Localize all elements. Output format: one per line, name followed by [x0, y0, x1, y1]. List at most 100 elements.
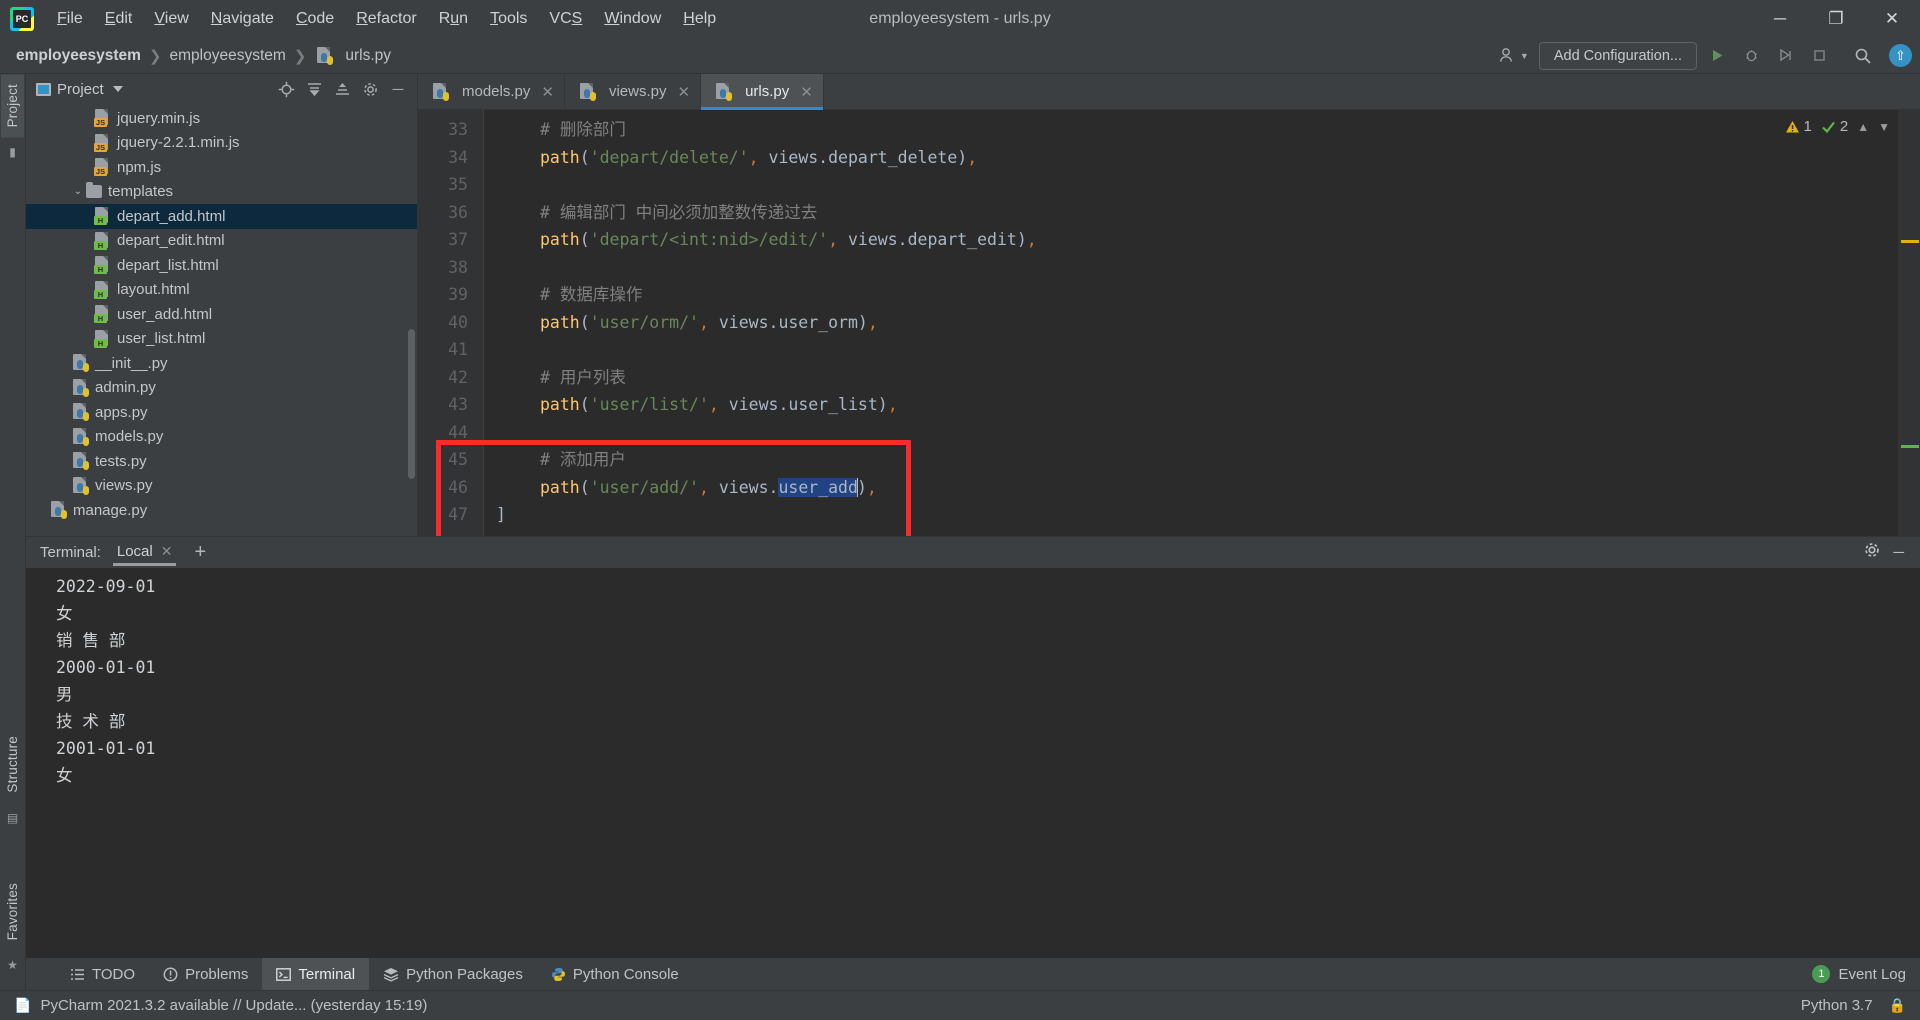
new-terminal-icon[interactable]: + [188, 541, 212, 564]
coverage-icon[interactable] [1771, 43, 1799, 69]
code-line[interactable]: # 添加用户 [484, 446, 1920, 474]
editor-tab-models-py[interactable]: models.py ✕ [418, 74, 565, 109]
tree-item-jquery-2-2-1-min-js[interactable]: JS jquery-2.2.1.min.js [26, 131, 417, 156]
code-line[interactable] [484, 336, 1920, 364]
terminal-tab-local[interactable]: Local ✕ [111, 539, 179, 566]
code-line[interactable]: # 编辑部门 中间必须加整数传递过去 [484, 199, 1920, 227]
menu-item-window[interactable]: Window [593, 6, 672, 32]
update-icon[interactable]: ⇧ [1889, 44, 1912, 67]
breadcrumb-item-2[interactable]: urls.py [314, 46, 391, 65]
editor-tab-views-py[interactable]: views.py ✕ [565, 74, 702, 109]
bottom-tab-problems[interactable]: Problems [149, 958, 262, 990]
collapse-all-icon[interactable] [301, 77, 327, 101]
prev-problem-icon[interactable]: ▲ [1857, 120, 1869, 134]
lock-icon[interactable]: 🔒 [1889, 997, 1906, 1014]
interpreter-label[interactable]: Python 3.7 [1801, 997, 1873, 1014]
structure-icon[interactable]: ▤ [7, 811, 18, 825]
stop-icon[interactable] [1805, 43, 1833, 69]
inspection-summary[interactable]: 1 2 ▲ ▼ [1785, 118, 1890, 135]
next-problem-icon[interactable]: ▼ [1878, 120, 1890, 134]
bottom-tab-python-packages[interactable]: Python Packages [369, 958, 537, 990]
close-icon[interactable]: ✕ [800, 83, 813, 101]
tree-item--init-py[interactable]: __init__.py [26, 351, 417, 376]
tree-item-views-py[interactable]: views.py [26, 474, 417, 499]
tree-item-user-add-html[interactable]: Huser_add.html [26, 302, 417, 327]
sidebar-tab-favorites[interactable]: Favorites [1, 873, 24, 950]
tree-item-npm-js[interactable]: JS npm.js [26, 155, 417, 180]
menu-item-run[interactable]: Run [428, 6, 479, 32]
run-icon[interactable] [1703, 43, 1731, 69]
close-icon[interactable]: ✕ [161, 543, 173, 560]
menu-item-tools[interactable]: Tools [479, 6, 538, 32]
code-line[interactable]: # 用户列表 [484, 364, 1920, 392]
close-icon[interactable]: ✕ [541, 83, 554, 101]
tree-item-jquery-min-js[interactable]: JS jquery.min.js [26, 106, 417, 131]
terminal-output[interactable]: 2022-09-01 女销 售 部 2000-01-01 男技 术 部 2001-01-… [26, 568, 1920, 958]
folder-icon[interactable]: ▮ [9, 145, 16, 159]
tree-item-depart-list-html[interactable]: Hdepart_list.html [26, 253, 417, 278]
gear-icon[interactable] [1863, 541, 1881, 564]
menu-item-file[interactable]: File [46, 6, 94, 32]
breadcrumb-item-0[interactable]: employeesystem [16, 47, 141, 65]
hide-panel-icon[interactable]: ─ [385, 77, 411, 101]
code-editor[interactable]: 33 34 35 36 37 38 39 40 41 42 43 44 45 46 47 # 删除部门 pat… [418, 110, 1920, 536]
ok-marker[interactable] [1901, 445, 1919, 448]
code-line[interactable]: path('depart/<int:nid>/edit/', views.dep… [484, 226, 1920, 254]
code-line[interactable] [484, 171, 1920, 199]
bottom-tab-python-console[interactable]: Python Console [537, 958, 693, 990]
code-line[interactable]: # 删除部门 [484, 116, 1920, 144]
locate-icon[interactable] [273, 77, 299, 101]
search-icon[interactable] [1849, 43, 1877, 69]
inspection-marker-bar[interactable] [1898, 110, 1920, 536]
expand-all-icon[interactable] [329, 77, 355, 101]
bottom-tab-todo[interactable]: TODO [56, 958, 149, 990]
tree-item-manage-py[interactable]: manage.py [26, 498, 417, 523]
sidebar-tab-project[interactable]: Project [1, 74, 24, 138]
chevron-down-icon[interactable]: ⌄ [70, 186, 86, 197]
tree-item-models-py[interactable]: models.py [26, 425, 417, 450]
warning-marker[interactable] [1901, 240, 1919, 243]
menu-item-code[interactable]: Code [285, 6, 345, 32]
code-content[interactable]: # 删除部门 path('depart/delete/', views.depar… [484, 110, 1920, 536]
code-line[interactable]: # 数据库操作 [484, 281, 1920, 309]
code-line[interactable]: ] [484, 501, 1920, 529]
menu-item-edit[interactable]: Edit [94, 6, 144, 32]
project-tree[interactable]: JS jquery.min.js JS jquery-2.2.1.min.js JS np… [26, 104, 417, 536]
tree-item-apps-py[interactable]: apps.py [26, 400, 417, 425]
tree-item-depart-add-html[interactable]: Hdepart_add.html [26, 204, 417, 229]
tree-item-templates[interactable]: ⌄ templates [26, 180, 417, 205]
tree-item-admin-py[interactable]: admin.py [26, 376, 417, 401]
close-icon[interactable]: ✕ [677, 83, 690, 101]
code-line[interactable]: path('user/add/', views.user_add), [484, 474, 1920, 502]
tree-item-tests-py[interactable]: tests.py [26, 449, 417, 474]
project-tree-scrollbar[interactable] [408, 329, 415, 479]
menu-item-view[interactable]: View [143, 6, 199, 32]
gear-icon[interactable] [357, 77, 383, 101]
breadcrumb-item-1[interactable]: employeesystem [170, 47, 286, 65]
code-line[interactable] [484, 419, 1920, 447]
minimize-button[interactable]: ─ [1752, 0, 1808, 38]
menu-item-vcs[interactable]: VCS [538, 6, 593, 32]
code-line[interactable]: path('user/orm/', views.user_orm), [484, 309, 1920, 337]
code-line[interactable]: path('depart/delete/', views.depart_dele… [484, 144, 1920, 172]
hide-panel-icon[interactable]: ─ [1893, 544, 1904, 561]
editor-tab-urls-py[interactable]: urls.py ✕ [701, 74, 824, 110]
menu-item-navigate[interactable]: Navigate [200, 6, 285, 32]
sidebar-tab-structure[interactable]: Structure [1, 726, 24, 803]
code-line[interactable]: path('user/list/', views.user_list), [484, 391, 1920, 419]
tree-item-layout-html[interactable]: Hlayout.html [26, 278, 417, 303]
add-configuration-button[interactable]: Add Configuration... [1538, 41, 1697, 70]
menu-item-help[interactable]: Help [672, 6, 727, 32]
chevron-down-icon[interactable] [112, 86, 123, 92]
maximize-button[interactable]: ❐ [1808, 0, 1864, 38]
event-log-area[interactable]: 1 Event Log [1812, 958, 1920, 990]
tree-item-user-list-html[interactable]: Huser_list.html [26, 327, 417, 352]
bottom-tab-terminal[interactable]: Terminal [262, 958, 370, 990]
status-message[interactable]: PyCharm 2021.3.2 available // Update... … [40, 997, 427, 1014]
user-icon[interactable]: ▼ [1495, 47, 1533, 64]
code-line[interactable] [484, 254, 1920, 282]
close-button[interactable]: ✕ [1864, 0, 1920, 38]
debug-icon[interactable] [1737, 43, 1765, 69]
tree-item-depart-edit-html[interactable]: Hdepart_edit.html [26, 229, 417, 254]
menu-item-refactor[interactable]: Refactor [345, 6, 427, 32]
